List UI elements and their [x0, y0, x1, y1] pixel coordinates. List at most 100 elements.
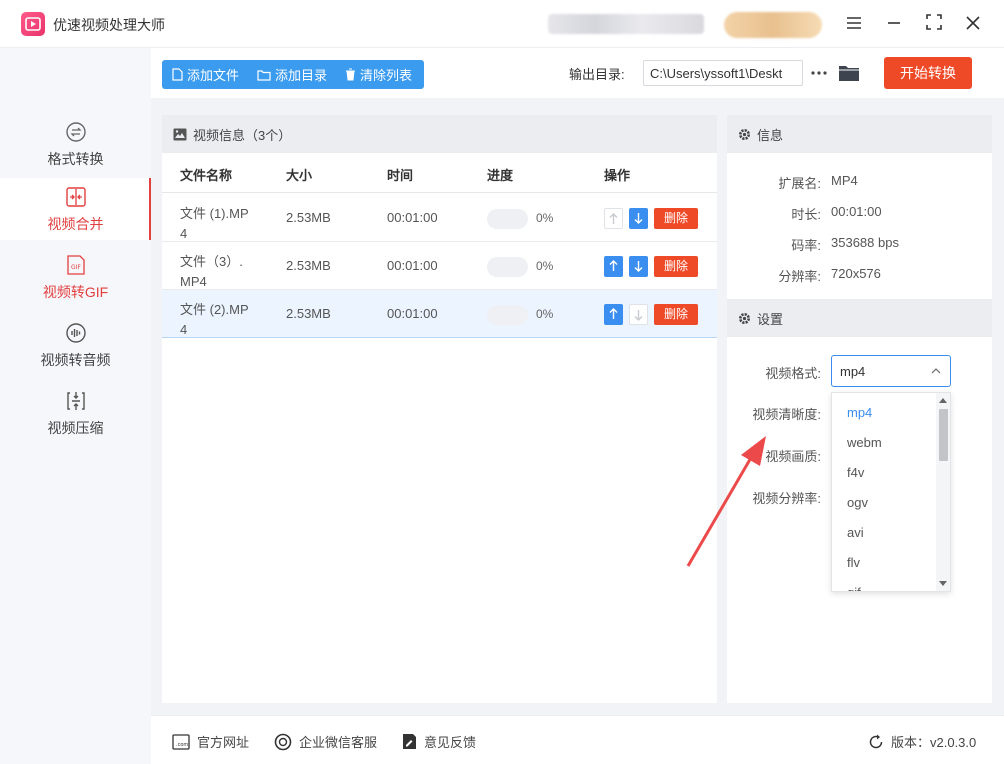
scrollbar-thumb[interactable]	[939, 409, 948, 461]
format-select[interactable]: mp4	[831, 355, 951, 387]
move-up-button[interactable]	[604, 208, 623, 229]
settings-title: 设置	[757, 311, 784, 327]
format-option[interactable]: avi	[847, 525, 864, 540]
close-icon[interactable]	[961, 12, 985, 36]
move-up-button[interactable]	[604, 256, 623, 277]
sidebar-item-label: 视频转GIF	[42, 284, 109, 300]
feedback-link[interactable]: 意见反馈	[402, 732, 476, 751]
sidebar-item-video-compress[interactable]: 视频压缩	[0, 382, 151, 444]
sidebar-item-video-merge[interactable]: 视频合并	[0, 178, 151, 240]
column-header: 文件名称	[180, 168, 233, 183]
table-row[interactable]: 文件 (2).MP4 2.53MB 00:01:00 0% 删除	[162, 290, 717, 338]
clear-list-button[interactable]: 清除列表	[335, 60, 420, 89]
sidebar-item-video-to-gif[interactable]: GIF 视频转GIF	[0, 246, 151, 308]
move-down-button[interactable]	[629, 208, 648, 229]
svg-text:.com: .com	[176, 742, 188, 748]
scroll-down-icon[interactable]	[939, 581, 947, 587]
progress-text: 0%	[536, 307, 554, 321]
file-name: 文件 (1).MP4	[180, 206, 249, 241]
table-row[interactable]: 文件 (1).MP4 2.53MB 00:01:00 0% 删除	[162, 194, 717, 242]
start-convert-button[interactable]: 开始转换	[884, 57, 972, 89]
format-option[interactable]: gif	[847, 585, 861, 591]
file-name: 文件 (2).MP4	[180, 302, 249, 337]
output-dir-input[interactable]	[643, 60, 803, 86]
sidebar-item-label: 视频合并	[47, 216, 104, 232]
resolution-setting-label: 视频分辨率:	[752, 491, 821, 506]
format-option[interactable]: ogv	[847, 495, 868, 510]
wechat-icon	[274, 733, 292, 750]
open-folder-icon[interactable]	[838, 63, 860, 83]
column-header: 操作	[604, 168, 631, 183]
add-directory-label: 添加目录	[275, 68, 328, 83]
move-up-button[interactable]	[604, 304, 623, 325]
ext-label: 扩展名:	[778, 176, 821, 191]
format-option[interactable]: f4v	[847, 465, 864, 480]
version-label: 版本：v2.0.3.0	[891, 735, 977, 750]
move-down-button[interactable]	[629, 304, 648, 325]
more-options-icon[interactable]	[810, 62, 828, 84]
menu-icon[interactable]	[842, 12, 866, 36]
vip-badge-blurred[interactable]	[724, 12, 822, 38]
file-toolbar: 添加文件 添加目录 清除列表	[162, 60, 424, 89]
column-header: 进度	[487, 168, 514, 183]
table-header: 文件名称 大小 时间 进度 操作	[162, 153, 717, 193]
arrow-up-icon	[609, 260, 618, 271]
sidebar-item-video-to-audio[interactable]: 视频转音频	[0, 314, 151, 376]
file-list-header: 视频信息（3个）	[162, 115, 717, 153]
footer: .com 官方网址 企业微信客服 意见反馈 版本：v2.0.3.0	[151, 715, 1004, 764]
audio-icon	[66, 323, 86, 343]
user-account-blurred[interactable]	[548, 14, 704, 34]
format-option[interactable]: webm	[847, 435, 882, 450]
gear-icon	[739, 128, 750, 140]
column-header: 大小	[286, 168, 313, 183]
arrow-down-icon	[634, 213, 643, 224]
title-bar: 优速视频处理大师	[0, 0, 1004, 48]
trash-icon	[346, 68, 356, 81]
delete-button[interactable]: 删除	[654, 256, 698, 277]
delete-button[interactable]: 删除	[654, 304, 698, 325]
progress-text: 0%	[536, 259, 554, 273]
dropdown-scrollbar[interactable]	[936, 393, 950, 591]
arrow-down-icon	[634, 261, 643, 272]
format-option[interactable]: mp4	[847, 405, 872, 420]
image-icon	[173, 128, 187, 140]
merge-icon	[66, 187, 86, 207]
file-size: 2.53MB	[286, 210, 331, 225]
gif-icon: GIF	[67, 255, 85, 275]
move-down-button[interactable]	[629, 256, 648, 277]
table-row[interactable]: 文件（3）.MP4 2.53MB 00:01:00 0% 删除	[162, 242, 717, 290]
sidebar-item-label: 视频转音频	[40, 352, 111, 368]
version-info[interactable]: 版本：v2.0.3.0	[868, 732, 976, 751]
format-select-value: mp4	[840, 364, 866, 379]
arrow-up-icon	[609, 213, 618, 224]
delete-button[interactable]: 删除	[654, 208, 698, 229]
bitrate-label: 码率:	[791, 238, 821, 253]
output-dir-label: 输出目录:	[569, 67, 625, 82]
wechat-support-link[interactable]: 企业微信客服	[274, 732, 377, 751]
maximize-icon[interactable]	[922, 12, 946, 36]
gear-icon	[739, 312, 750, 324]
app-logo	[21, 12, 45, 36]
minimize-icon[interactable]	[882, 12, 906, 36]
scroll-up-icon[interactable]	[939, 397, 947, 403]
quality-label: 视频画质:	[765, 449, 821, 464]
settings-header: 设置	[727, 299, 992, 337]
resolution-value: 720x576	[831, 266, 881, 281]
ext-value: MP4	[831, 173, 858, 188]
website-link[interactable]: .com 官方网址	[172, 732, 249, 751]
website-label: 官方网址	[197, 735, 250, 750]
progress-bar	[487, 257, 528, 277]
add-file-button[interactable]: 添加文件	[162, 60, 247, 89]
chevron-up-icon	[931, 368, 941, 374]
sidebar-item-format-convert[interactable]: 格式转换	[0, 113, 151, 175]
bitrate-value: 353688 bps	[831, 235, 899, 250]
progress-text: 0%	[536, 211, 554, 225]
refresh-icon	[869, 734, 883, 748]
format-option[interactable]: flv	[847, 555, 860, 570]
sidebar-item-label: 格式转换	[47, 151, 104, 167]
compress-icon	[67, 392, 85, 410]
svg-text:GIF: GIF	[71, 264, 81, 271]
feedback-icon	[403, 734, 416, 749]
add-directory-button[interactable]: 添加目录	[247, 60, 335, 89]
clear-list-label: 清除列表	[360, 68, 413, 83]
